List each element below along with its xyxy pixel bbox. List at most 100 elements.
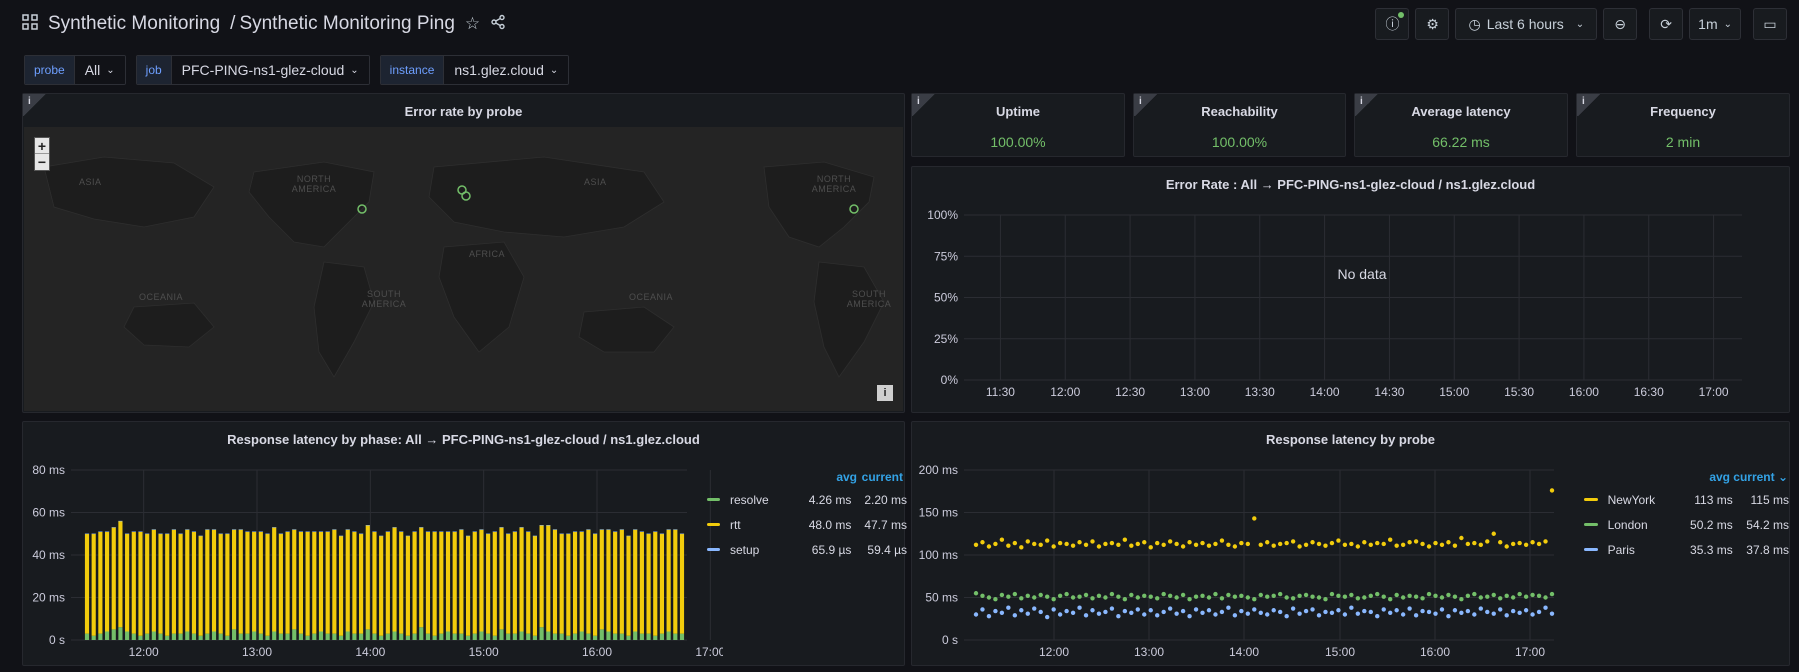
settings-button[interactable]: ⚙ bbox=[1415, 8, 1450, 40]
star-icon[interactable]: ☆ bbox=[465, 14, 480, 34]
bar-rtt bbox=[84, 533, 90, 634]
bar-rtt bbox=[158, 533, 163, 634]
bar-resolve bbox=[486, 633, 491, 640]
point-Paris bbox=[1167, 606, 1173, 611]
point-NewYork bbox=[1252, 516, 1257, 521]
chevron-down-icon: ⌄ bbox=[1575, 18, 1585, 30]
point-NewYork bbox=[1206, 543, 1212, 548]
panel-title[interactable]: Error rate by probe bbox=[23, 104, 904, 119]
legend-header-avg[interactable]: avg bbox=[1689, 470, 1730, 484]
breadcrumb-folder[interactable]: Synthetic Monitoring bbox=[48, 13, 220, 35]
point-London bbox=[1446, 592, 1451, 598]
refresh-button[interactable]: ⟳ bbox=[1649, 8, 1684, 40]
point-Paris bbox=[1355, 611, 1361, 616]
variable-instance[interactable]: instance ns1.glez.cloud ⌄ bbox=[379, 55, 570, 85]
panel-error-rate[interactable]: Error Rate : All → PFC-PING-ns1-glez-clo… bbox=[911, 166, 1790, 413]
refresh-interval-picker[interactable]: 1m ⌄ bbox=[1689, 8, 1741, 40]
zoom-out-map-button[interactable]: − bbox=[35, 154, 49, 170]
variable-value[interactable]: ns1.glez.cloud ⌄ bbox=[444, 56, 569, 84]
stat-uptime[interactable]: i Uptime 100.00% bbox=[911, 93, 1125, 157]
point-Paris bbox=[1388, 610, 1393, 615]
bar-resolve bbox=[566, 635, 571, 640]
bar-resolve bbox=[365, 629, 370, 640]
point-Paris bbox=[1096, 611, 1102, 616]
point-NewYork bbox=[1019, 545, 1024, 550]
point-NewYork bbox=[1336, 538, 1341, 543]
point-London bbox=[1103, 595, 1108, 600]
point-NewYork bbox=[1543, 539, 1548, 544]
point-Paris bbox=[1057, 612, 1063, 617]
bar-setup bbox=[372, 531, 377, 532]
point-NewYork bbox=[1258, 542, 1263, 547]
time-picker[interactable]: ◷ Last 6 hours ⌄ bbox=[1455, 8, 1598, 40]
panel-title[interactable]: Reachability bbox=[1134, 104, 1345, 119]
point-Paris bbox=[1187, 614, 1192, 619]
variable-value[interactable]: PFC-PING-ns1-glez-cloud ⌄ bbox=[171, 56, 369, 84]
x-tick-label: 13:00 bbox=[242, 645, 272, 659]
stat-frequency[interactable]: i Frequency 2 min bbox=[1576, 93, 1790, 157]
panel-title[interactable]: Frequency bbox=[1577, 104, 1789, 119]
tv-mode-button[interactable]: ▭ bbox=[1753, 8, 1787, 40]
point-London bbox=[1051, 597, 1056, 602]
bar-rtt bbox=[379, 535, 384, 636]
point-Paris bbox=[1465, 608, 1471, 614]
variable-value-text: PFC-PING-ns1-glez-cloud bbox=[181, 62, 345, 78]
point-London bbox=[1316, 595, 1322, 600]
panel-latency-by-probe[interactable]: Response latency by probe 200 ms 150 ms 10… bbox=[911, 421, 1790, 666]
legend-item-rtt[interactable]: rtt 48.0 ms 47.7 ms bbox=[707, 512, 907, 537]
bar-resolve bbox=[232, 629, 237, 640]
world-map[interactable]: ASIA NORTH AMERICA ASIA NORTH AMERICA AF… bbox=[24, 127, 903, 411]
bar-resolve bbox=[445, 631, 451, 640]
panel-latency-by-phase[interactable]: Response latency by phase: All → PFC-PIN… bbox=[22, 421, 907, 666]
bar-setup bbox=[338, 535, 344, 537]
variable-job[interactable]: job PFC-PING-ns1-glez-cloud ⌄ bbox=[135, 55, 370, 85]
zoom-in-button[interactable]: + bbox=[35, 138, 49, 154]
variable-value[interactable]: All ⌄ bbox=[74, 56, 125, 84]
stat-reachability[interactable]: i Reachability 100.00% bbox=[1133, 93, 1346, 157]
bar-setup bbox=[566, 533, 571, 535]
bar-setup bbox=[312, 531, 317, 532]
point-Paris bbox=[1239, 608, 1244, 614]
legend-item-paris[interactable]: Paris 35.3 ms 37.8 ms bbox=[1584, 537, 1789, 562]
legend-item-newyork[interactable]: NewYork 113 ms 115 ms bbox=[1584, 487, 1789, 512]
attribution-button[interactable]: i bbox=[877, 385, 893, 401]
bar-rtt bbox=[419, 527, 424, 628]
legend-header: avg current bbox=[707, 467, 907, 487]
panel-error-rate-map[interactable]: i Error rate by probe ASIA NORTH AMERICA… bbox=[22, 93, 905, 413]
point-Paris bbox=[1303, 608, 1309, 614]
point-Paris bbox=[1077, 605, 1082, 610]
bar-rtt bbox=[272, 527, 277, 632]
dashboard-title[interactable]: Synthetic Monitoring Ping bbox=[239, 13, 454, 35]
apps-grid-icon[interactable] bbox=[22, 13, 38, 35]
bar-rtt bbox=[165, 533, 170, 636]
legend-header-current[interactable]: current bbox=[857, 470, 903, 484]
bar-rtt bbox=[519, 527, 524, 632]
legend-current: 37.8 ms bbox=[1746, 542, 1789, 557]
bar-setup bbox=[232, 529, 237, 530]
legend-header-avg[interactable]: avg bbox=[812, 470, 857, 484]
zoom-out-button[interactable]: ⊖ bbox=[1603, 8, 1638, 40]
panel-title[interactable]: Average latency bbox=[1355, 104, 1567, 119]
bar-rtt bbox=[619, 529, 624, 634]
point-London bbox=[1510, 595, 1516, 600]
bar-resolve bbox=[125, 631, 130, 640]
y-tick-label: 40 ms bbox=[32, 548, 65, 562]
bar-setup bbox=[238, 529, 243, 530]
info-button[interactable]: ⓘ bbox=[1375, 8, 1410, 40]
stat-average-latency[interactable]: i Average latency 66.22 ms bbox=[1354, 93, 1568, 157]
bar-setup bbox=[84, 533, 90, 535]
panel-title[interactable]: Uptime bbox=[912, 104, 1124, 119]
legend-item-resolve[interactable]: resolve 4.26 ms 2.20 ms bbox=[707, 487, 907, 512]
point-Paris bbox=[1439, 607, 1445, 612]
legend-item-london[interactable]: London 50.2 ms 54.2 ms bbox=[1584, 512, 1789, 537]
point-NewYork bbox=[1368, 542, 1373, 547]
legend-item-setup[interactable]: setup 65.9 µs 59.4 µs bbox=[707, 537, 907, 562]
legend-header-current[interactable]: current ⌄ bbox=[1730, 470, 1788, 484]
variable-probe[interactable]: probe All ⌄ bbox=[24, 55, 126, 85]
point-Paris bbox=[1517, 610, 1522, 615]
bar-setup bbox=[131, 531, 136, 532]
point-London bbox=[1070, 595, 1076, 600]
legend-swatch bbox=[1584, 523, 1598, 526]
share-icon[interactable] bbox=[490, 14, 506, 35]
point-London bbox=[1006, 594, 1011, 599]
